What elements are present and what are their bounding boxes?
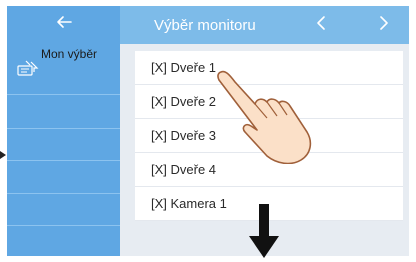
monitor-select-screen: Výběr monitoru Mon výběr [X] Dveře 1 [X]… [7, 6, 409, 256]
list-item-label: [X] Dveře 1 [151, 60, 217, 75]
sidebar-divider [7, 193, 120, 194]
sidebar-divider [7, 128, 120, 129]
pointer-arrow-icon [0, 146, 6, 159]
list-item-label: [X] Dveře 2 [151, 94, 217, 109]
arrow-left-icon [57, 16, 72, 28]
sidebar-item-mon-select[interactable]: Mon výběr [7, 44, 120, 94]
sidebar-divider [7, 94, 120, 95]
header-bar: Výběr monitoru [7, 6, 409, 44]
list-item-label: [X] Dveře 4 [151, 162, 217, 177]
page-title: Výběr monitoru [154, 17, 256, 34]
sidebar-divider [7, 225, 120, 226]
arrow-down-icon [249, 204, 279, 258]
back-button[interactable] [7, 6, 120, 44]
sidebar-divider [7, 160, 120, 161]
monitor-select-icon [17, 60, 39, 76]
list-item-label: [X] Dveře 3 [151, 128, 217, 143]
sidebar: Mon výběr [7, 44, 120, 256]
chevron-left-icon[interactable] [315, 14, 327, 32]
sidebar-item-label: Mon výběr [41, 47, 98, 61]
chevron-right-icon[interactable] [378, 14, 390, 32]
pointing-hand-icon [217, 70, 312, 164]
list-item-label: [X] Kamera 1 [151, 196, 227, 211]
